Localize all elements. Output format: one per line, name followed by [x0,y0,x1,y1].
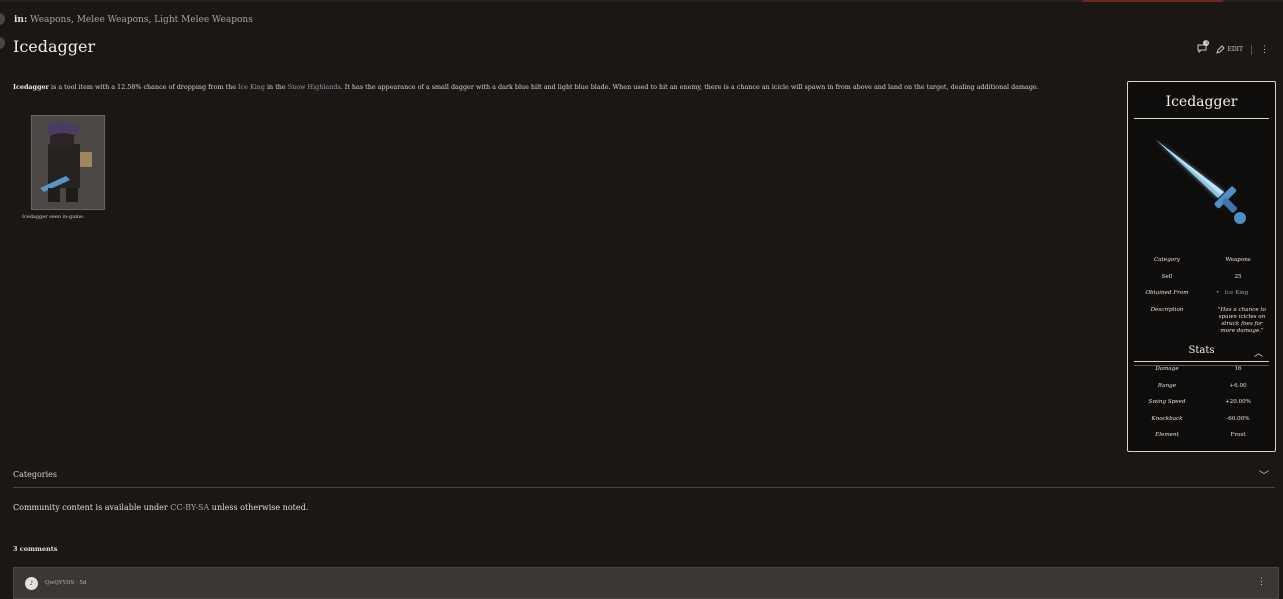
stats-heading: Stats [1188,345,1215,356]
infobox-key: Category [1154,257,1180,263]
chevron-up-icon[interactable]: ︿ [1254,346,1263,359]
infobox: Icedagger Category Weapons Sell 25 Obtai… [1127,81,1276,452]
more-options-button[interactable]: ⋮ [1260,45,1269,55]
edit-label: EDIT [1227,46,1243,53]
stat-key: Range [1157,383,1177,389]
comment-count-badge: 3 [1203,40,1210,46]
comments-heading: 3 comments [13,545,58,553]
infobox-key: Obtained From [1145,290,1189,296]
breadcrumb-melee-weapons[interactable]: Melee Weapons [77,15,149,25]
infobox-key: Description [1150,307,1184,313]
stat-value: +20.00% [1224,399,1252,405]
side-rail-button[interactable] [0,13,5,25]
comment-meta: QwQYYDS · 5d [45,580,86,586]
cc-by-sa-link[interactable]: CC-BY-SA [170,503,209,512]
intro-text: . It has the appearance of a small dagge… [340,83,1039,91]
intro-item-name: Icedagger [13,83,49,91]
breadcrumb-prefix: in: [14,15,28,25]
infobox-value: "Has a chance to spawn icicles on struck… [1217,307,1267,334]
infobox-title: Icedagger [1165,94,1238,110]
page-title: Icedagger [13,37,96,56]
side-rail-button[interactable] [0,37,5,49]
pencil-icon [1216,45,1226,54]
stat-key: Swing Speed [1148,399,1186,405]
stat-key: Damage [1155,366,1179,372]
avatar[interactable]: ♪ [25,577,38,590]
license-text: unless otherwise noted. [209,503,309,512]
comment-username[interactable]: QwQYYDS [45,580,74,586]
top-accent-bar [0,0,1283,2]
comment-options-icon[interactable]: ⋮ [1257,577,1266,587]
license-text: Community content is available under [13,503,171,512]
chevron-down-icon[interactable]: ﹀ [1259,467,1269,482]
infobox-value: 25 [1234,274,1242,280]
dagger-image[interactable] [1148,132,1258,232]
top-accent-red [1083,0,1223,2]
categories-toggle[interactable]: Categories [13,470,57,479]
comment-time: 5d [79,580,87,586]
infobox-value: Ice King [1224,290,1249,296]
categories-divider [13,487,1275,488]
intro-paragraph: Icedagger is a tool item with a 12.58% c… [13,83,1113,92]
image-caption: Icedagger seen in-game. [22,214,85,220]
ice-king-infobox-link[interactable]: • Ice King [1204,290,1283,296]
character-image [32,116,104,209]
comment-card: ♪ QwQYYDS · 5d ⋮ [13,567,1279,599]
ice-king-link[interactable]: Ice King [238,83,265,91]
breadcrumb: in: Weapons, Melee Weapons, Light Melee … [14,15,253,25]
page-tools: 3 EDIT ⋮ [1197,40,1269,56]
ingame-screenshot[interactable] [31,115,105,210]
snow-highlands-link[interactable]: Snow Highlands [288,83,341,91]
stat-value: +6.00 [1229,383,1247,389]
infobox-key: Sell [1161,274,1173,280]
stat-key: Knockback [1151,416,1183,422]
stat-value: -60.00% [1226,416,1250,422]
infobox-divider [1134,361,1269,362]
toolbar-divider [1251,44,1252,55]
license-notice: Community content is available under CC-… [13,503,308,512]
breadcrumb-weapons[interactable]: Weapons [30,15,71,25]
intro-text: in the [264,83,288,91]
intro-text: is a tool item with a 12.58% chance of d… [48,83,239,91]
breadcrumb-light-melee-weapons[interactable]: Light Melee Weapons [154,15,253,25]
stat-key: Element [1155,432,1179,438]
infobox-divider [1134,118,1269,119]
edit-button[interactable]: EDIT [1216,45,1243,54]
stat-value: Frost [1230,432,1246,438]
stat-value: 16 [1234,366,1242,372]
comments-button[interactable]: 3 [1197,40,1210,56]
infobox-value: Weapons [1225,257,1251,263]
